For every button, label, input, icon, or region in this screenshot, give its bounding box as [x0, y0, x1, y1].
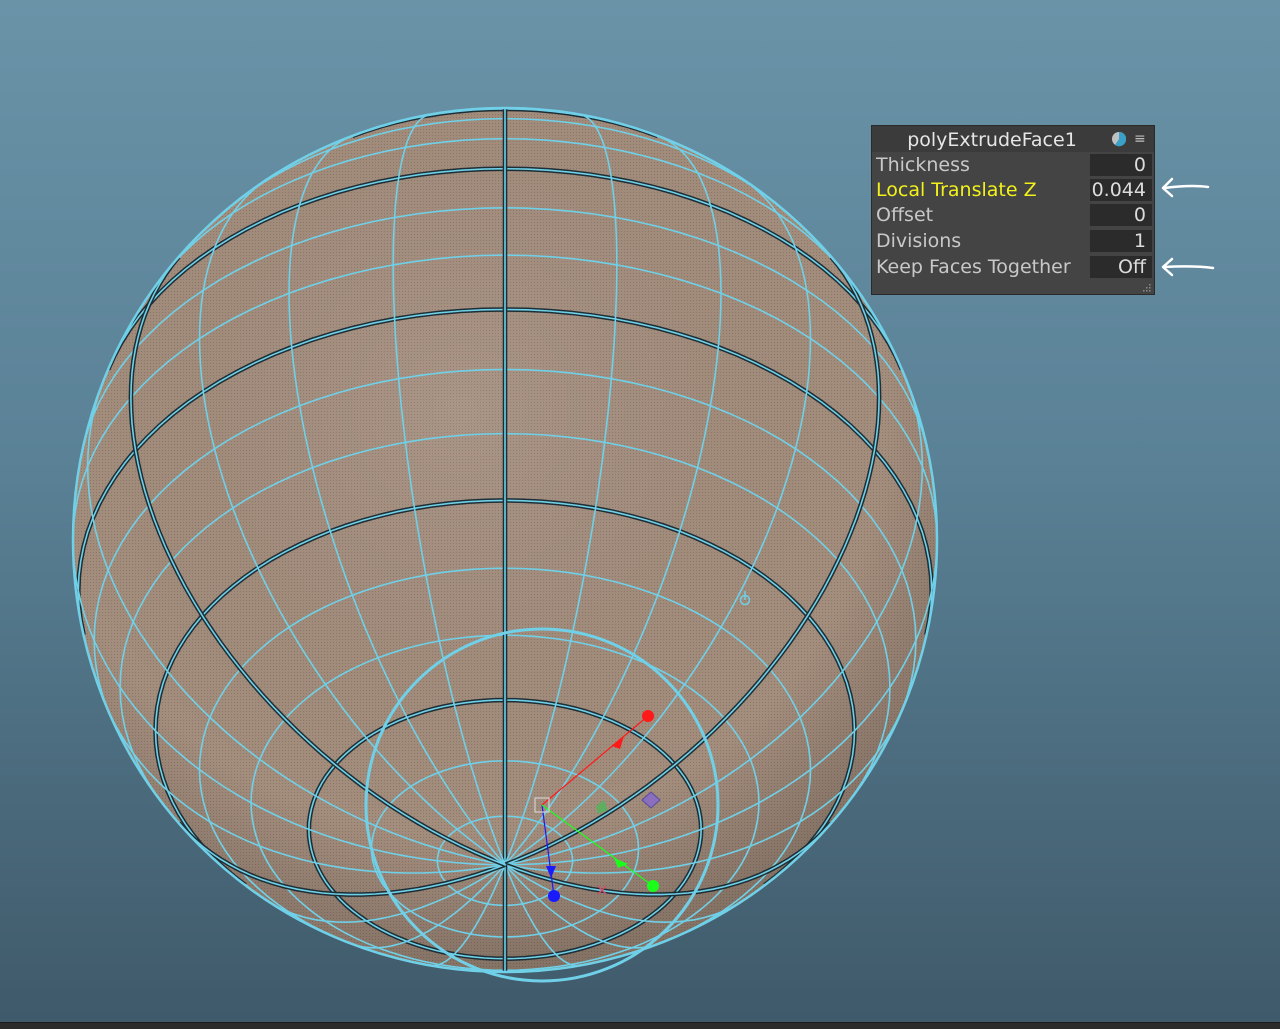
attr-label: Offset — [876, 204, 934, 226]
attr-value-field[interactable]: 0 — [1090, 154, 1152, 176]
polygon-sphere[interactable] — [71, 106, 939, 974]
attr-row-keep-faces-together[interactable]: Keep Faces Together Off — [872, 255, 1154, 280]
attr-label: Divisions — [876, 230, 962, 252]
attr-row-thickness[interactable]: Thickness 0 — [872, 153, 1154, 178]
attr-value-field[interactable]: 0 — [1090, 204, 1152, 226]
3d-viewport[interactable]: polyExtrudeFace1 ≡ Thickness 0 Local Tra… — [0, 0, 1280, 1022]
attr-value-field[interactable]: Off — [1090, 256, 1152, 278]
x-scale-handle[interactable] — [642, 710, 654, 722]
pie-chart-icon[interactable] — [1111, 131, 1127, 147]
channel-box-header: polyExtrudeFace1 ≡ — [872, 126, 1154, 152]
y-scale-handle[interactable] — [647, 880, 659, 892]
attr-label: Keep Faces Together — [876, 256, 1071, 278]
channel-box-panel[interactable]: polyExtrudeFace1 ≡ Thickness 0 Local Tra… — [871, 125, 1155, 295]
attr-value-field[interactable]: 0.044 — [1090, 179, 1152, 201]
arrow-left-icon — [1161, 177, 1210, 198]
attr-value-field[interactable]: 1 — [1090, 230, 1152, 252]
attr-label: Local Translate Z — [876, 179, 1037, 201]
resize-grip-icon[interactable] — [1141, 284, 1151, 292]
attr-row-offset[interactable]: Offset 0 — [872, 203, 1154, 228]
arrow-left-icon — [1161, 257, 1215, 277]
hamburger-menu-icon[interactable]: ≡ — [1134, 131, 1146, 147]
attr-row-local-translate-z[interactable]: Local Translate Z 0.044 — [872, 178, 1154, 203]
attr-label: Thickness — [876, 154, 970, 176]
attr-row-divisions[interactable]: Divisions 1 — [872, 229, 1154, 254]
status-bar — [0, 1022, 1280, 1029]
node-title[interactable]: polyExtrudeFace1 — [872, 129, 1112, 151]
z-scale-handle[interactable] — [548, 890, 560, 902]
